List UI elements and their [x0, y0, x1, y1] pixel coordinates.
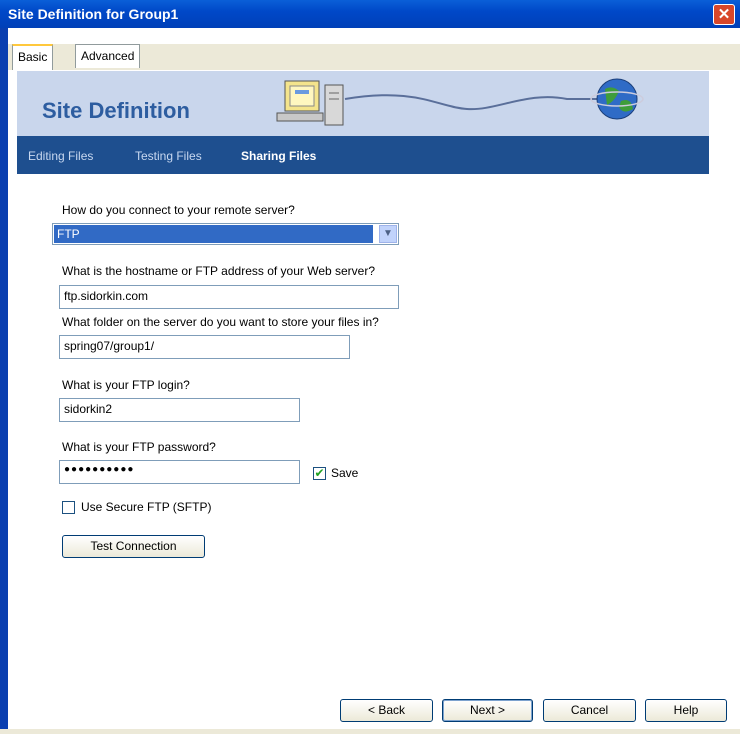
connection-type-value: FTP: [53, 224, 374, 244]
globe-icon: [590, 78, 644, 120]
site-definition-banner: Site Definition: [17, 71, 709, 136]
login-input[interactable]: sidorkin2: [59, 398, 300, 422]
wizard-nav: Editing Files Testing Files Sharing File…: [17, 136, 709, 174]
close-button[interactable]: ✕: [713, 4, 735, 25]
title-bar: Site Definition for Group1 ✕: [0, 0, 740, 28]
window-frame-left: [0, 28, 8, 734]
tab-basic[interactable]: Basic: [12, 44, 54, 70]
nav-testing-files[interactable]: Testing Files: [135, 149, 202, 163]
help-button[interactable]: Help: [645, 699, 727, 722]
computer-icon: [276, 80, 344, 126]
host-input[interactable]: ftp.sidorkin.com: [59, 285, 399, 309]
save-label[interactable]: Save: [331, 466, 358, 480]
chevron-down-icon[interactable]: ▼: [379, 225, 397, 243]
banner-title: Site Definition: [42, 98, 190, 123]
tab-advanced[interactable]: Advanced: [75, 44, 141, 68]
sftp-label[interactable]: Use Secure FTP (SFTP): [81, 500, 211, 514]
connect-label: How do you connect to your remote server…: [62, 203, 295, 217]
next-button[interactable]: Next >: [442, 699, 533, 722]
login-label: What is your FTP login?: [62, 378, 190, 392]
save-checkbox[interactable]: ✔: [313, 467, 326, 480]
window-frame-bottom: [0, 729, 740, 734]
nav-sharing-files[interactable]: Sharing Files: [241, 149, 316, 163]
window-title: Site Definition for Group1: [8, 6, 179, 22]
password-label: What is your FTP password?: [62, 440, 216, 454]
nav-editing-files[interactable]: Editing Files: [28, 149, 93, 163]
folder-input[interactable]: spring07/group1/: [59, 335, 350, 359]
test-connection-button[interactable]: Test Connection: [62, 535, 205, 558]
back-button[interactable]: < Back: [340, 699, 433, 722]
site-network-illustration: [276, 78, 644, 126]
folder-label: What folder on the server do you want to…: [62, 315, 379, 329]
connection-line: [344, 94, 597, 111]
cancel-button[interactable]: Cancel: [543, 699, 636, 722]
connection-type-select[interactable]: FTP ▼: [52, 223, 399, 245]
password-input[interactable]: ●●●●●●●●●●: [59, 460, 300, 484]
tab-strip: Basic Advanced: [8, 44, 740, 70]
sftp-checkbox[interactable]: [62, 501, 75, 514]
host-label: What is the hostname or FTP address of y…: [62, 264, 376, 278]
